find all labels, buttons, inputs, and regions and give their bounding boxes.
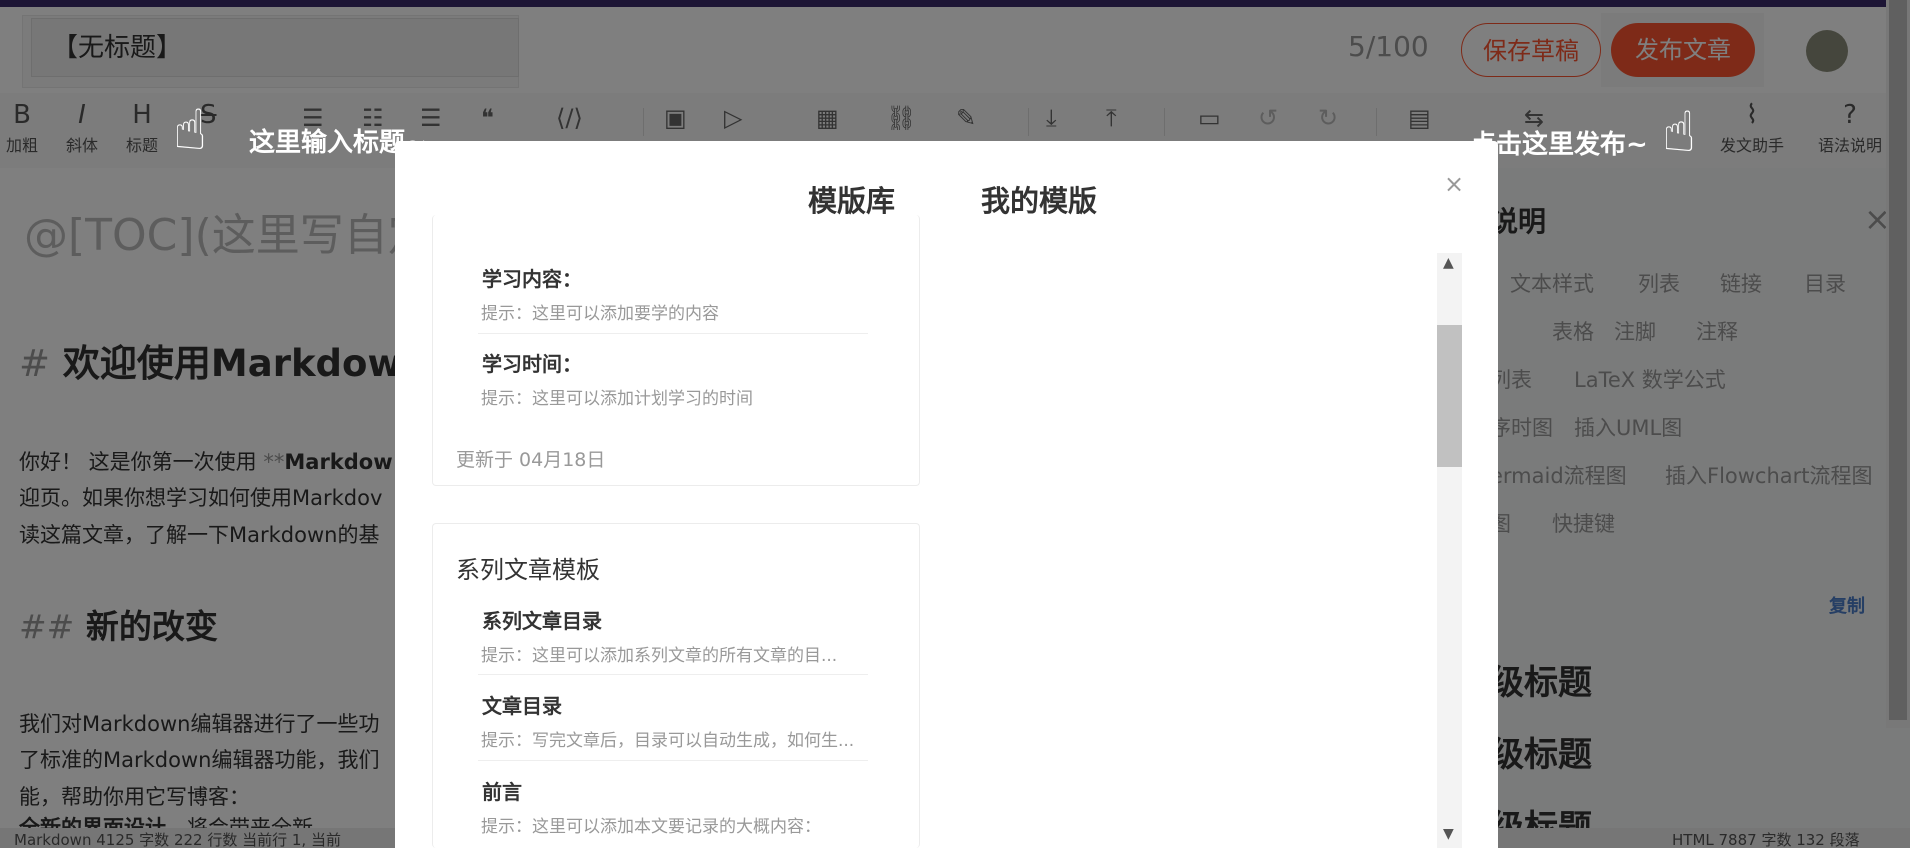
card-item-title: 前言 — [482, 780, 522, 804]
card-item-hint: 提示：这里可以添加计划学习的时间 — [481, 389, 753, 409]
tab-my-templates[interactable]: 我的模版 — [981, 178, 1097, 220]
close-icon[interactable]: × — [1444, 170, 1464, 198]
card-item-title: 系列文章目录 — [482, 609, 602, 633]
hand-pointer-icon: ☝ — [1662, 100, 1697, 165]
card-item-hint: 提示：这里可以添加系列文章的所有文章的目... — [481, 646, 838, 666]
modal-scrollbar[interactable]: ▲ ▼ — [1437, 253, 1462, 848]
card-item-hint: 提示：写完文章后，目录可以自动生成，如何生... — [481, 731, 855, 751]
card-item-title: 学习时间： — [482, 352, 582, 376]
card-divider — [478, 333, 868, 334]
card-divider — [478, 760, 868, 761]
card-updated-date: 更新于 04月18日 — [456, 449, 606, 471]
scroll-up-icon[interactable]: ▲ — [1443, 255, 1454, 271]
card-item-hint: 提示：这里可以添加本文要记录的大概内容： — [481, 817, 821, 837]
hand-pointer-icon: ☝ — [173, 98, 208, 163]
tab-template-library[interactable]: 模版库 — [808, 178, 895, 220]
modal-scrollbar-thumb[interactable] — [1437, 325, 1462, 467]
card-item-title: 学习内容： — [482, 267, 582, 291]
card-item-hint: 提示：这里可以添加要学的内容 — [481, 304, 719, 324]
scroll-down-icon[interactable]: ▼ — [1443, 826, 1454, 842]
card-title: 系列文章模板 — [456, 556, 600, 584]
card-divider — [478, 674, 868, 675]
card-item-title: 文章目录 — [482, 694, 562, 718]
